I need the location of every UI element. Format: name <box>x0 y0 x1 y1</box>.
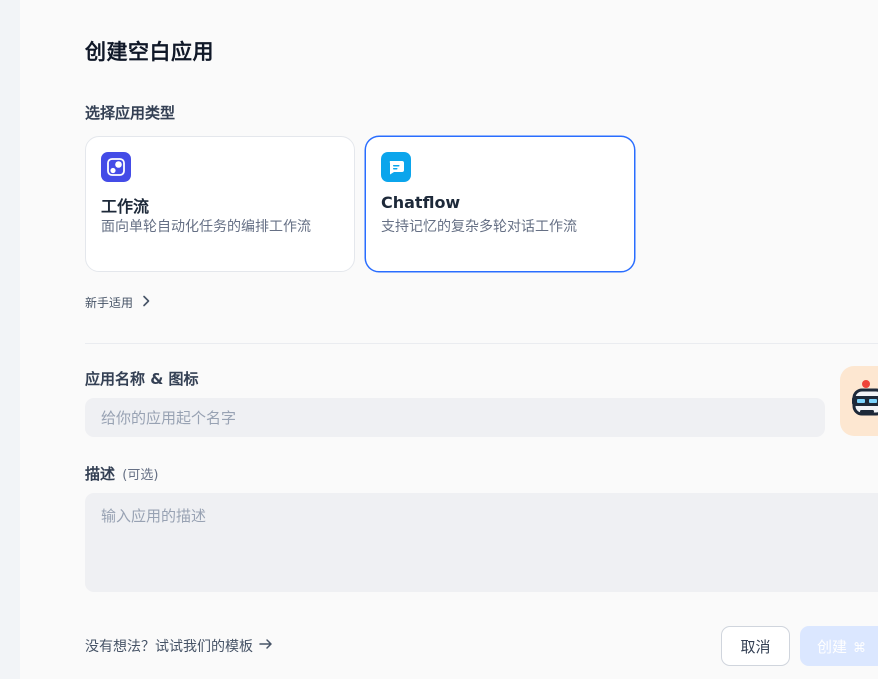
chevron-right-icon <box>141 295 151 310</box>
page-title: 创建空白应用 <box>85 40 214 64</box>
card-title: 工作流 <box>101 197 150 216</box>
description-label-text: 描述 <box>85 465 116 483</box>
description-label: 描述 (可选) <box>85 463 158 484</box>
app-icon-picker[interactable] <box>840 366 878 436</box>
cancel-button[interactable]: 取消 <box>721 626 790 666</box>
command-key-icon: ⌘ <box>853 640 867 656</box>
app-type-card-workflow[interactable]: 工作流 面向单轮自动化任务的编排工作流 <box>85 136 355 272</box>
beginner-label: 新手适用 <box>85 296 134 310</box>
card-title: Chatflow <box>381 193 461 212</box>
section-divider <box>85 343 878 344</box>
template-link-label: 没有想法？试试我们的模板 <box>85 639 253 655</box>
chat-bubble-icon <box>381 152 411 182</box>
card-description: 面向单轮自动化任务的编排工作流 <box>101 219 311 235</box>
create-button-label: 创建 <box>817 637 848 656</box>
app-type-card-chatflow[interactable]: Chatflow 支持记忆的复杂多轮对话工作流 <box>365 136 635 272</box>
workflow-icon <box>101 152 131 182</box>
app-type-label: 选择应用类型 <box>85 104 176 122</box>
app-name-input[interactable] <box>85 398 825 437</box>
card-description: 支持记忆的复杂多轮对话工作流 <box>381 219 577 235</box>
create-button[interactable]: 创建 ⌘ <box>800 626 878 666</box>
optional-tag: (可选) <box>122 468 159 483</box>
description-textarea[interactable] <box>85 493 878 592</box>
template-link[interactable]: 没有想法？试试我们的模板 <box>85 636 273 656</box>
beginner-toggle[interactable]: 新手适用 <box>85 294 151 311</box>
robot-emoji-icon <box>852 380 878 416</box>
app-name-label: 应用名称 & 图标 <box>85 370 199 388</box>
background-strip <box>0 0 20 679</box>
arrow-right-icon <box>259 638 273 654</box>
